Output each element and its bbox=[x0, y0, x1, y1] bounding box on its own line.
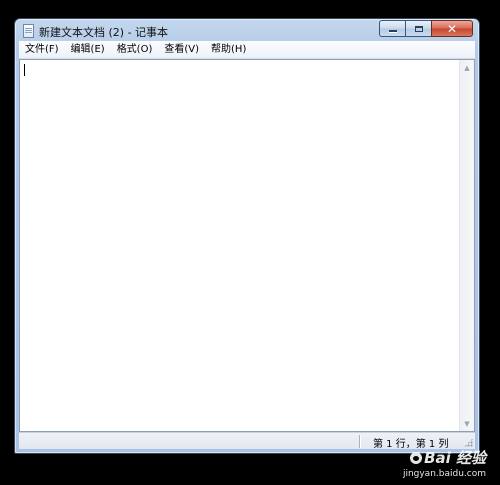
caption-buttons: ✕ bbox=[379, 20, 473, 38]
notepad-window: 新建文本文档 (2) - 记事本 ✕ 文件(F) 编辑(E) 格式(O) 查看(… bbox=[14, 18, 480, 454]
scroll-down-icon[interactable]: ▼ bbox=[460, 416, 474, 431]
title-bar[interactable]: 新建文本文档 (2) - 记事本 ✕ bbox=[15, 19, 479, 43]
scroll-up-icon[interactable]: ▲ bbox=[460, 60, 474, 75]
menu-bar: 文件(F) 编辑(E) 格式(O) 查看(V) 帮助(H) bbox=[19, 41, 475, 59]
baidu-jingyan-watermark: Bai 经验 jingyan.baidu.com bbox=[403, 447, 486, 479]
maximize-button[interactable] bbox=[405, 20, 431, 37]
minimize-icon bbox=[388, 30, 397, 32]
watermark-url: jingyan.baidu.com bbox=[402, 469, 486, 479]
close-icon: ✕ bbox=[446, 21, 458, 36]
resize-grip-icon[interactable] bbox=[464, 438, 473, 447]
menu-view[interactable]: 查看(V) bbox=[158, 41, 205, 58]
window-title: 新建文本文档 (2) - 记事本 bbox=[39, 26, 169, 39]
watermark-logo: Bai 经验 bbox=[403, 447, 486, 468]
watermark-logo-text: Bai 经验 bbox=[424, 449, 486, 467]
baidu-paw-icon bbox=[410, 451, 423, 464]
menu-edit[interactable]: 编辑(E) bbox=[65, 41, 111, 58]
status-divider bbox=[359, 435, 360, 448]
minimize-button[interactable] bbox=[379, 20, 405, 37]
text-editor[interactable]: ▲ ▼ bbox=[19, 59, 475, 432]
close-button[interactable]: ✕ bbox=[431, 20, 473, 37]
maximize-icon bbox=[414, 25, 423, 32]
menu-help[interactable]: 帮助(H) bbox=[205, 41, 252, 58]
vertical-scrollbar[interactable]: ▲ ▼ bbox=[459, 60, 474, 431]
text-caret bbox=[24, 64, 25, 76]
menu-file[interactable]: 文件(F) bbox=[19, 41, 65, 58]
notepad-app-icon[interactable] bbox=[23, 24, 34, 38]
menu-format[interactable]: 格式(O) bbox=[111, 41, 159, 58]
